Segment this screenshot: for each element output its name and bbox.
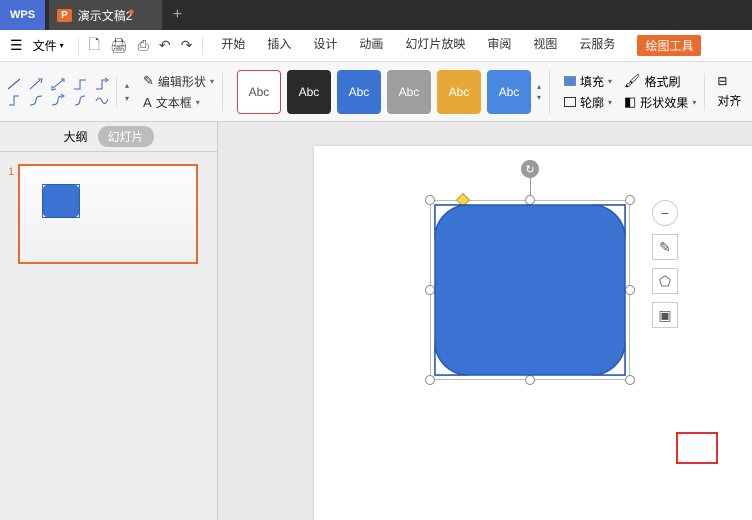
redo-icon[interactable]: ↷ xyxy=(181,37,193,54)
format-painter-button[interactable]: 🖌格式刷 xyxy=(624,73,681,90)
style-preset-4[interactable]: Abc xyxy=(387,70,431,114)
shape-picker[interactable] xyxy=(6,77,117,107)
outline-tab[interactable]: 大纲 xyxy=(63,128,87,145)
menu-bar: ☰ 文件▾ 🗋 🖨 ⎙ ↶ ↷ 开始 插入 设计 动画 幻灯片放映 审阅 视图 … xyxy=(0,30,752,62)
eyedropper-button[interactable]: ✎ xyxy=(652,234,678,260)
menu-tabs: 开始 插入 设计 动画 幻灯片放映 审阅 视图 云服务 绘图工具 xyxy=(221,35,701,56)
slide-panel: 大纲 幻灯片 1 xyxy=(0,122,218,520)
document-tab[interactable]: P 演示文稿2 • xyxy=(49,0,162,30)
add-tab-button[interactable]: + xyxy=(162,6,192,24)
save-icon[interactable]: 🗋 xyxy=(89,34,100,58)
style-preset-3[interactable]: Abc xyxy=(337,70,381,114)
tab-view[interactable]: 视图 xyxy=(533,35,557,56)
effect-icon: ◧ xyxy=(624,94,636,110)
fill-swatch-icon xyxy=(564,76,576,86)
style-gallery-expand[interactable]: ▴▾ xyxy=(537,82,541,102)
fill-dropdown[interactable]: 填充▾ xyxy=(564,73,612,90)
shape-effect-dropdown[interactable]: ◧形状效果▾ xyxy=(624,94,696,111)
shape-style-gallery: Abc Abc Abc Abc Abc Abc ▴▾ xyxy=(229,70,550,114)
edit-shape-icon: ✎ xyxy=(143,73,154,89)
app-logo[interactable]: WPS xyxy=(0,0,45,30)
tab-drawing-tools[interactable]: 绘图工具 xyxy=(637,35,701,56)
preview-icon[interactable]: ⎙ xyxy=(138,37,149,54)
unsaved-indicator: • xyxy=(128,3,134,21)
resize-handle-e[interactable] xyxy=(625,285,635,295)
tab-cloud[interactable]: 云服务 xyxy=(579,35,615,56)
fill-tool-button[interactable]: ⬠ xyxy=(652,268,678,294)
print-icon[interactable]: 🖨 xyxy=(110,37,128,54)
file-menu[interactable]: 文件▾ xyxy=(27,37,70,54)
selected-shape[interactable]: ↻ xyxy=(430,200,630,380)
resize-handle-sw[interactable] xyxy=(425,375,435,385)
title-bar: WPS P 演示文稿2 • + xyxy=(0,0,752,30)
presentation-icon: P xyxy=(57,9,72,22)
resize-handle-ne[interactable] xyxy=(625,195,635,205)
layers-button[interactable]: ▣ xyxy=(652,302,678,328)
text-box-icon: A xyxy=(143,95,152,110)
shape-picker-expand[interactable]: ▴▾ xyxy=(125,81,129,103)
hamburger-icon[interactable]: ☰ xyxy=(6,37,27,54)
resize-handle-s[interactable] xyxy=(525,375,535,385)
slides-tab[interactable]: 幻灯片 xyxy=(98,126,154,147)
double-arrow-icon[interactable] xyxy=(50,77,66,91)
workspace: 大纲 幻灯片 1 xyxy=(0,122,752,520)
canvas[interactable]: ↻ − ✎ xyxy=(218,122,752,520)
quick-access-toolbar: 🗋 🖨 ⎙ ↶ ↷ xyxy=(78,34,204,58)
tab-home[interactable]: 开始 xyxy=(221,35,245,56)
rotation-handle[interactable]: ↻ xyxy=(521,160,539,178)
curve-icon[interactable] xyxy=(28,93,44,107)
zoom-out-button[interactable]: − xyxy=(652,200,678,226)
freeform-icon[interactable] xyxy=(94,93,110,107)
tab-design[interactable]: 设计 xyxy=(313,35,337,56)
floating-toolbar: − ✎ ⬠ ▣ xyxy=(652,200,678,328)
outline-dropdown[interactable]: 轮廓▾ xyxy=(564,94,612,111)
align-top-button[interactable]: ⊟ xyxy=(717,74,741,88)
align-icon: ⊟ xyxy=(717,74,727,88)
curve-double-icon[interactable] xyxy=(72,93,88,107)
outline-swatch-icon xyxy=(564,97,576,107)
undo-icon[interactable]: ↶ xyxy=(159,37,171,54)
text-box-dropdown[interactable]: A文本框▾ xyxy=(143,94,214,111)
edit-shape-dropdown[interactable]: ✎编辑形状▾ xyxy=(143,73,214,90)
elbow-icon[interactable] xyxy=(72,77,88,91)
style-preset-5[interactable]: Abc xyxy=(437,70,481,114)
arrow-icon[interactable] xyxy=(28,77,44,91)
ribbon: ▴▾ ✎编辑形状▾ A文本框▾ Abc Abc Abc Abc Abc Abc … xyxy=(0,62,752,122)
tab-insert[interactable]: 插入 xyxy=(267,35,291,56)
line-icon[interactable] xyxy=(6,77,22,91)
elbow-arrow-icon[interactable] xyxy=(94,77,110,91)
style-preset-6[interactable]: Abc xyxy=(487,70,531,114)
slide-number: 1 xyxy=(8,164,14,264)
style-preset-2[interactable]: Abc xyxy=(287,70,331,114)
resize-handle-se[interactable] xyxy=(625,375,635,385)
elbow-double-icon[interactable] xyxy=(6,93,22,107)
style-preset-1[interactable]: Abc xyxy=(237,70,281,114)
document-title: 演示文稿2 xyxy=(78,7,133,24)
tab-slideshow[interactable]: 幻灯片放映 xyxy=(405,35,465,56)
tab-review[interactable]: 审阅 xyxy=(487,35,511,56)
align-dropdown[interactable]: 对齐 xyxy=(717,92,741,109)
curve-arrow-icon[interactable] xyxy=(50,93,66,107)
annotation-highlight xyxy=(676,432,718,464)
thumbnail-shape-icon xyxy=(42,184,80,218)
brush-icon: 🖌 xyxy=(624,73,641,89)
snip-corner-rectangle[interactable] xyxy=(434,204,626,376)
tab-animation[interactable]: 动画 xyxy=(359,35,383,56)
slide-thumbnail[interactable] xyxy=(18,164,198,264)
